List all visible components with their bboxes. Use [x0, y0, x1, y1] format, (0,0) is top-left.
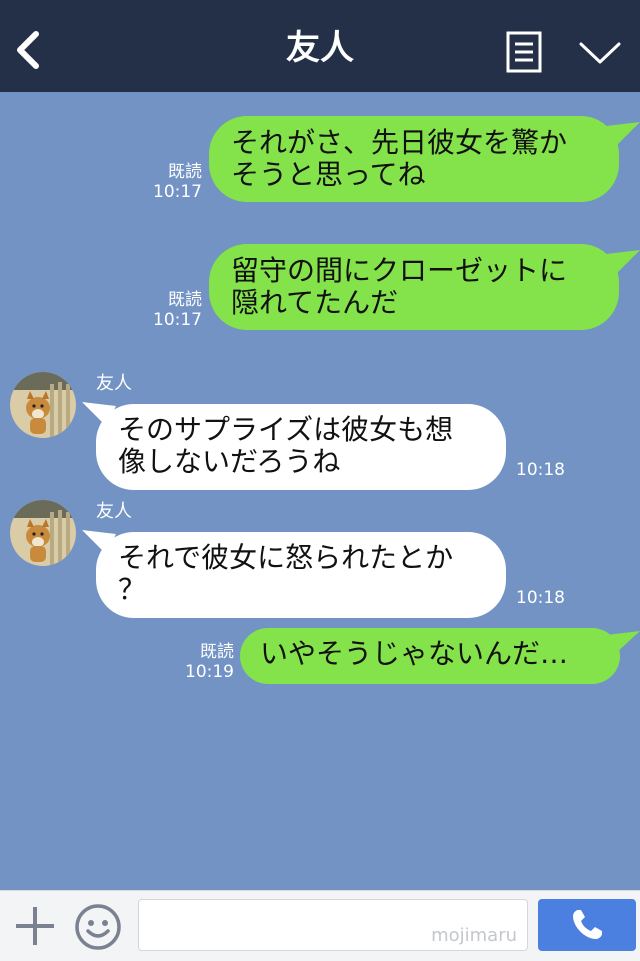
bubble-tail — [606, 250, 640, 274]
message-text-line: 像しないだろうね — [118, 445, 341, 478]
back-arrow-icon[interactable] — [12, 30, 44, 70]
avatar[interactable] — [10, 372, 76, 438]
dog-avatar-icon — [10, 500, 76, 566]
input-bar: mojimaru — [0, 890, 640, 961]
bubble-tail — [606, 122, 640, 146]
message-time: 10:17 — [153, 182, 202, 202]
message-text-line: 留守の間にクローゼットに — [231, 254, 568, 287]
message-text-line: ？ — [118, 573, 147, 606]
message-time: 10:18 — [516, 460, 565, 480]
message-time: 10:19 — [185, 662, 234, 682]
emoji-icon[interactable] — [74, 903, 122, 951]
phone-icon — [573, 910, 602, 939]
dog-avatar-icon — [10, 372, 76, 438]
message-text-line: 隠れてたんだ — [231, 286, 399, 319]
message-text-line: そのサプライズは彼女も想 — [118, 413, 454, 446]
message-text-line: そうと思ってね — [231, 158, 426, 191]
read-receipt: 既読 10:19 — [180, 642, 234, 682]
message-list[interactable]: 既読 10:17 それがさ、先日彼女を驚か そうと思ってね 既読 10:17 留… — [0, 92, 640, 890]
chat-title: 友人 — [286, 28, 354, 68]
outgoing-message-bubble[interactable]: 留守の間にクローゼットに 隠れてたんだ — [209, 244, 619, 330]
read-label: 既読 — [200, 642, 234, 662]
plus-icon[interactable] — [14, 905, 56, 947]
message-text-line: それで彼女に怒られたとか — [118, 541, 454, 574]
read-label: 既読 — [168, 162, 202, 182]
call-button[interactable] — [538, 899, 636, 951]
read-label: 既読 — [168, 290, 202, 310]
read-receipt: 既読 10:17 — [150, 290, 202, 330]
sender-name: 友人 — [96, 501, 132, 522]
bubble-tail — [606, 631, 640, 653]
incoming-message-bubble[interactable]: そのサプライズは彼女も想 像しないだろうね — [96, 404, 506, 490]
message-time: 10:17 — [153, 310, 202, 330]
watermark-text: mojimaru — [431, 925, 517, 946]
menu-list-icon[interactable] — [506, 31, 542, 73]
message-text-line: それがさ、先日彼女を驚か — [231, 126, 568, 159]
outgoing-message-bubble[interactable]: それがさ、先日彼女を驚か そうと思ってね — [209, 116, 619, 202]
message-input[interactable]: mojimaru — [138, 899, 528, 951]
avatar[interactable] — [10, 500, 76, 566]
chevron-down-icon[interactable] — [578, 40, 622, 66]
sender-name: 友人 — [96, 373, 132, 394]
outgoing-message-bubble[interactable]: いやそうじゃないんだ… — [240, 628, 620, 684]
message-text-line: いやそうじゃないんだ… — [260, 637, 569, 670]
read-receipt: 既読 10:17 — [150, 162, 202, 202]
chat-header: 友人 — [0, 0, 640, 92]
message-time: 10:18 — [516, 588, 565, 608]
incoming-message-bubble[interactable]: それで彼女に怒られたとか ？ — [96, 532, 506, 618]
